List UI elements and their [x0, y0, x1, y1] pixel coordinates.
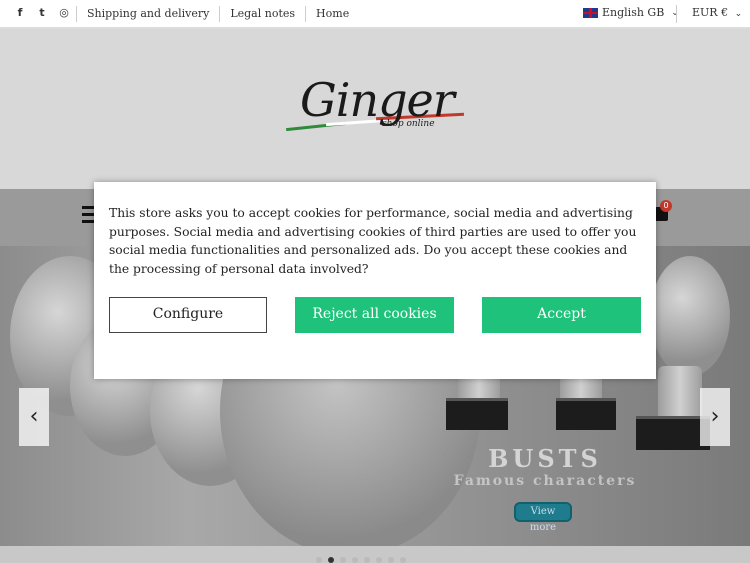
cookie-consent-text: This store asks you to accept cookies fo…: [109, 206, 637, 276]
reject-all-cookies-button[interactable]: Reject all cookies: [295, 297, 454, 333]
accept-button[interactable]: Accept: [482, 297, 641, 333]
configure-button[interactable]: Configure: [109, 297, 267, 333]
modal-overlay: This store asks you to accept cookies fo…: [0, 0, 750, 563]
cookie-consent-dialog: This store asks you to accept cookies fo…: [94, 182, 656, 379]
